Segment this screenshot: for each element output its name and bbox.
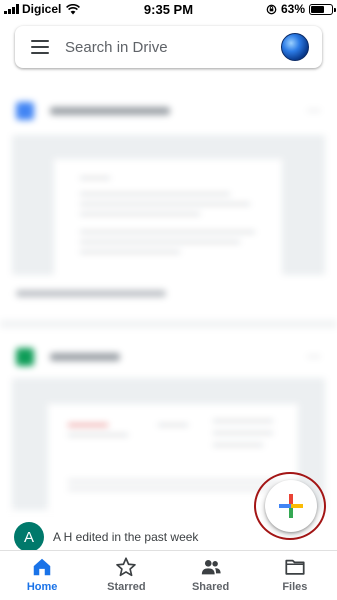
- nav-item-starred[interactable]: Starred: [84, 551, 168, 600]
- search-input[interactable]: Search in Drive: [65, 39, 281, 56]
- new-button[interactable]: [265, 480, 317, 532]
- status-right: 63%: [266, 2, 336, 16]
- account-avatar[interactable]: [281, 33, 309, 61]
- nav-item-shared[interactable]: Shared: [169, 551, 253, 600]
- battery-percent: 63%: [280, 2, 305, 16]
- file-preview: [12, 135, 325, 275]
- card-title-blurred: [50, 353, 120, 361]
- menu-icon[interactable]: [31, 40, 49, 54]
- docs-file-icon: [16, 102, 34, 120]
- star-icon: [116, 557, 137, 577]
- bottom-nav: Home Starred Shared Files: [0, 550, 337, 600]
- card-header: [16, 102, 170, 120]
- sheets-file-icon: [16, 348, 34, 366]
- rotation-lock-icon: [266, 4, 277, 14]
- status-bar: Digicel 9:35 PM 63%: [0, 0, 337, 18]
- suggested-files-area: ⋯ ⋯: [0, 80, 337, 510]
- nav-item-home[interactable]: Home: [0, 551, 84, 600]
- nav-label-home: Home: [26, 581, 58, 593]
- plus-icon: [279, 494, 303, 518]
- activity-text: A H edited in the past week: [53, 530, 199, 544]
- battery-level: [311, 5, 324, 13]
- more-options-icon[interactable]: ⋯: [307, 348, 321, 365]
- folder-icon: [285, 559, 305, 575]
- nav-label-files: Files: [282, 581, 308, 593]
- card-divider: [0, 320, 337, 328]
- card-footer-blurred: [16, 290, 166, 297]
- battery-icon: [309, 3, 336, 15]
- home-icon: [33, 558, 51, 576]
- activity-row[interactable]: A A H edited in the past week: [14, 522, 198, 552]
- nav-item-files[interactable]: Files: [253, 551, 337, 600]
- suggested-file-card[interactable]: ⋯: [0, 80, 337, 320]
- people-icon: [201, 560, 221, 575]
- preview-page: [54, 159, 282, 275]
- search-bar[interactable]: Search in Drive: [15, 26, 322, 68]
- user-avatar: A: [14, 522, 44, 552]
- nav-label-shared: Shared: [191, 581, 230, 593]
- card-title-blurred: [50, 107, 170, 115]
- card-header: [16, 348, 120, 366]
- nav-label-starred: Starred: [107, 581, 146, 593]
- more-options-icon[interactable]: ⋯: [307, 102, 321, 119]
